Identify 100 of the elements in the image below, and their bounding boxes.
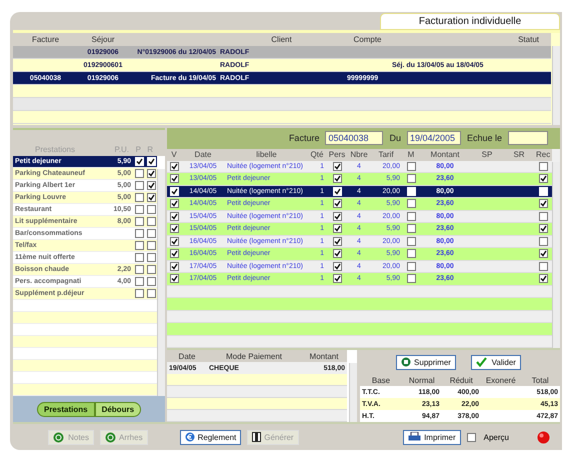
checkbox[interactable] [406,236,416,246]
checkbox[interactable] [406,249,416,258]
checkbox[interactable] [170,162,178,171]
column-header: Rec [535,150,552,159]
checkbox[interactable] [134,169,144,178]
checkbox[interactable] [538,274,548,284]
column-header: Exoneré [484,376,517,384]
checkbox[interactable] [538,249,548,258]
checkbox[interactable] [406,274,416,284]
checkbox[interactable] [134,229,144,238]
checkbox[interactable] [538,262,548,271]
column-header: Séjour [90,35,116,44]
checkbox[interactable] [538,199,548,208]
checkbox[interactable] [134,157,144,166]
checkbox[interactable] [134,181,144,190]
column-header: Date [178,352,196,360]
checkbox[interactable] [170,249,178,258]
checkbox[interactable] [146,205,156,214]
checkbox[interactable] [538,236,548,246]
checkbox[interactable] [406,262,416,271]
checkbox[interactable] [146,193,156,202]
checkbox[interactable] [146,289,156,298]
column-header: Qté [310,150,324,159]
checkbox[interactable] [146,253,156,262]
column-header: SP [480,150,494,159]
checkbox[interactable] [332,236,342,246]
checkbox[interactable] [406,199,416,208]
field-label: Facture [288,133,320,144]
toolbar-button[interactable]: Reglement [180,430,242,444]
checkbox[interactable] [134,289,144,298]
checkbox[interactable] [134,193,144,202]
checkbox[interactable] [332,212,342,221]
column-header: Mode Paiement [224,352,284,360]
field-label: Du [388,133,402,144]
print-button[interactable]: Imprimer [403,430,461,444]
checkbox[interactable] [332,274,342,284]
checkbox[interactable] [134,205,144,214]
checkbox[interactable] [146,265,156,274]
checkbox[interactable] [332,224,342,234]
printer-icon [408,432,422,442]
column-header: Client [270,35,293,44]
checkbox[interactable] [406,174,416,184]
tab[interactable]: Prestations [36,402,95,416]
checkbox[interactable] [538,212,548,221]
checkbox[interactable] [146,157,156,166]
euro-icon [184,432,195,442]
checkbox[interactable] [170,199,178,208]
column-header: Montant [308,352,340,360]
checkbox[interactable] [146,217,156,226]
status-light-icon [537,430,550,444]
checkbox[interactable] [406,224,416,234]
checkbox[interactable] [170,224,178,234]
checkbox[interactable] [146,241,156,250]
checkbox[interactable] [332,186,342,196]
scrollbar[interactable] [552,46,560,125]
checkbox[interactable] [146,277,156,286]
checkbox[interactable] [538,162,548,171]
column-header: Statut [517,35,540,44]
tab[interactable]: Débours [94,402,142,416]
column-header: Montant [430,150,460,159]
scrollbar[interactable] [349,363,357,422]
column-header: libelle [255,150,278,159]
checkbox[interactable] [406,162,416,171]
checkbox[interactable] [332,249,342,258]
checkbox[interactable] [134,253,144,262]
checkbox[interactable] [332,262,342,271]
checkbox[interactable] [170,212,178,221]
check-icon [476,357,487,367]
checkbox[interactable] [332,162,342,171]
checkbox[interactable] [538,174,548,184]
checkbox[interactable] [332,199,342,208]
checkbox[interactable] [538,224,548,234]
checkbox[interactable] [134,217,144,226]
checkbox[interactable] [134,241,144,250]
column-header: V [170,150,178,159]
date-field[interactable]: 19/04/2005 [406,131,461,146]
checkbox[interactable] [466,432,476,442]
checkbox[interactable] [332,174,342,184]
delete-button[interactable]: Supprimer [396,354,456,370]
checkbox[interactable] [170,174,178,184]
checkbox[interactable] [170,236,178,246]
checkbox[interactable] [146,169,156,178]
checkbox[interactable] [134,265,144,274]
checkbox[interactable] [146,181,156,190]
checkbox[interactable] [170,262,178,271]
field-label: Echue le [466,133,503,144]
checkbox[interactable] [406,212,416,221]
scrollbar[interactable] [157,169,165,396]
validate-button[interactable]: Valider [470,354,521,370]
column-header: Total [530,376,550,384]
column-header: Compte [352,35,382,44]
column-header: P.U. [113,145,130,154]
invoice-number-field[interactable]: 05040038 [325,131,384,146]
column-header: Réduit [448,376,474,384]
due-date-field[interactable] [508,131,548,146]
checkbox[interactable] [134,277,144,286]
checkbox[interactable] [170,186,178,196]
column-header: R [146,145,154,154]
checkbox[interactable] [170,274,178,284]
checkbox[interactable] [146,229,156,238]
